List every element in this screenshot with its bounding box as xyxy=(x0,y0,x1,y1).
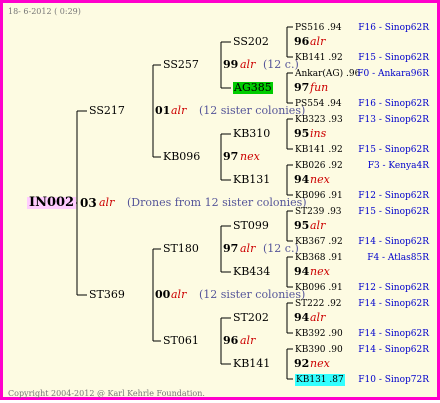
gen3-mark-1: fun xyxy=(310,81,329,94)
gen1-id-1[interactable]: ST369 xyxy=(89,289,125,301)
gen4-name-0[interactable]: PS516 .94 xyxy=(295,22,342,34)
gen2-id-2[interactable]: ST180 xyxy=(163,243,199,255)
gen1-mark-0: alr xyxy=(171,104,187,117)
gen4-name-10[interactable]: KB368 .91 xyxy=(295,252,343,264)
gen1-year-0: 01 xyxy=(155,104,171,117)
gen2-id-3[interactable]: ST061 xyxy=(163,335,199,347)
gen4-name-8[interactable]: ST239 .93 xyxy=(295,206,342,218)
gen3-year-4: 95 xyxy=(294,219,310,232)
root-year: 03 xyxy=(80,196,97,210)
gen4-origin-11: F12 - Sinop62R xyxy=(358,283,429,293)
gen2-year-3: 96 xyxy=(223,334,239,347)
gen2-id-0[interactable]: SS257 xyxy=(163,59,199,71)
pedigree-frame: 18- 6-2012 ( 0:29) Copyright 2004-2012 @… xyxy=(0,0,440,400)
gen4-origin-9: F14 - Sinop62R xyxy=(358,237,429,247)
gen2-year-0: 99 xyxy=(223,58,239,71)
gen4-origin-8: F15 - Sinop62R xyxy=(358,207,429,217)
gen3-year-2: 95 xyxy=(294,127,310,140)
root-queen-id[interactable]: IN002 xyxy=(27,196,77,209)
gen3-id-4[interactable]: ST099 xyxy=(233,220,269,232)
gen4-origin-5: F15 - Sinop62R xyxy=(358,145,429,155)
gen4-origin-10: F4 - Atlas85R xyxy=(367,253,429,263)
gen3-mark-7: nex xyxy=(310,357,330,370)
copyright-footer: Copyright 2004-2012 @ Karl Kehrle Founda… xyxy=(8,389,205,398)
gen2-id-1[interactable]: KB096 xyxy=(163,151,200,163)
gen3-id-1[interactable]: AG385 xyxy=(233,82,273,94)
gen4-origin-0: F16 - Sinop62R xyxy=(358,23,429,33)
gen4-name-2[interactable]: Ankar(AG) .96 xyxy=(295,68,360,80)
gen4-name-5[interactable]: KB141 .92 xyxy=(295,144,343,156)
gen4-name-4[interactable]: KB323 .93 xyxy=(295,114,343,126)
gen2-note-0: (12 c.) xyxy=(263,58,299,71)
gen3-year-3: 94 xyxy=(294,173,310,186)
gen2-mark-1: nex xyxy=(240,150,260,163)
gen3-id-0[interactable]: SS202 xyxy=(233,36,269,48)
gen4-origin-14: F14 - Sinop62R xyxy=(358,345,429,355)
gen4-name-9[interactable]: KB367 .92 xyxy=(295,236,343,248)
gen1-note-0: (12 sister colonies) xyxy=(199,104,306,117)
gen3-year-1: 97 xyxy=(294,81,310,94)
gen2-year-1: 97 xyxy=(223,150,239,163)
gen3-year-7: 92 xyxy=(294,357,310,370)
gen3-mark-4: alr xyxy=(310,219,326,232)
gen3-year-6: 94 xyxy=(294,311,310,324)
gen4-origin-6: F3 - Kenya4R xyxy=(367,161,429,171)
gen2-mark-3: alr xyxy=(240,334,256,347)
gen3-year-0: 96 xyxy=(294,35,310,48)
gen4-name-13[interactable]: KB392 .90 xyxy=(295,328,343,340)
gen4-origin-4: F13 - Sinop62R xyxy=(358,115,429,125)
gen4-name-7[interactable]: KB096 .91 xyxy=(295,190,343,202)
gen3-mark-5: nex xyxy=(310,265,330,278)
root-note: (Drones from 12 sister colonies) xyxy=(127,196,307,209)
gen2-mark-0: alr xyxy=(240,58,256,71)
gen3-id-2[interactable]: KB310 xyxy=(233,128,270,140)
gen4-origin-7: F12 - Sinop62R xyxy=(358,191,429,201)
gen2-mark-2: alr xyxy=(240,242,256,255)
gen3-year-5: 94 xyxy=(294,265,310,278)
root-mark: alr xyxy=(99,196,115,209)
gen3-id-7[interactable]: KB141 xyxy=(233,358,270,370)
gen4-name-3[interactable]: PS554 .94 xyxy=(295,98,342,110)
gen4-origin-1: F15 - Sinop62R xyxy=(358,53,429,63)
gen3-mark-6: alr xyxy=(310,311,326,324)
print-date: 18- 6-2012 ( 0:29) xyxy=(8,7,81,16)
gen1-note-1: (12 sister colonies) xyxy=(199,288,306,301)
gen2-note-2: (12 c.) xyxy=(263,242,299,255)
gen1-mark-1: alr xyxy=(171,288,187,301)
gen2-year-2: 97 xyxy=(223,242,239,255)
gen3-id-3[interactable]: KB131 xyxy=(233,174,270,186)
gen3-id-6[interactable]: ST202 xyxy=(233,312,269,324)
gen4-name-1[interactable]: KB141 .92 xyxy=(295,52,343,64)
gen4-name-14[interactable]: KB390 .90 xyxy=(295,344,343,356)
gen4-origin-2: F0 - Ankara96R xyxy=(357,69,429,79)
gen4-name-15[interactable]: KB131 .87 xyxy=(295,374,345,386)
gen3-mark-0: alr xyxy=(310,35,326,48)
gen4-origin-15: F10 - Sinop72R xyxy=(358,375,429,385)
gen1-id-0[interactable]: SS217 xyxy=(89,105,125,117)
gen4-origin-12: F14 - Sinop62R xyxy=(358,299,429,309)
gen3-id-5[interactable]: KB434 xyxy=(233,266,270,278)
gen4-name-12[interactable]: ST222 .92 xyxy=(295,298,342,310)
gen3-mark-2: ins xyxy=(310,127,327,140)
gen3-mark-3: nex xyxy=(310,173,330,186)
gen4-name-6[interactable]: KB026 .92 xyxy=(295,160,343,172)
gen4-name-11[interactable]: KB096 .91 xyxy=(295,282,343,294)
gen4-origin-3: F16 - Sinop62R xyxy=(358,99,429,109)
gen4-origin-13: F14 - Sinop62R xyxy=(358,329,429,339)
gen1-year-1: 00 xyxy=(155,288,171,301)
